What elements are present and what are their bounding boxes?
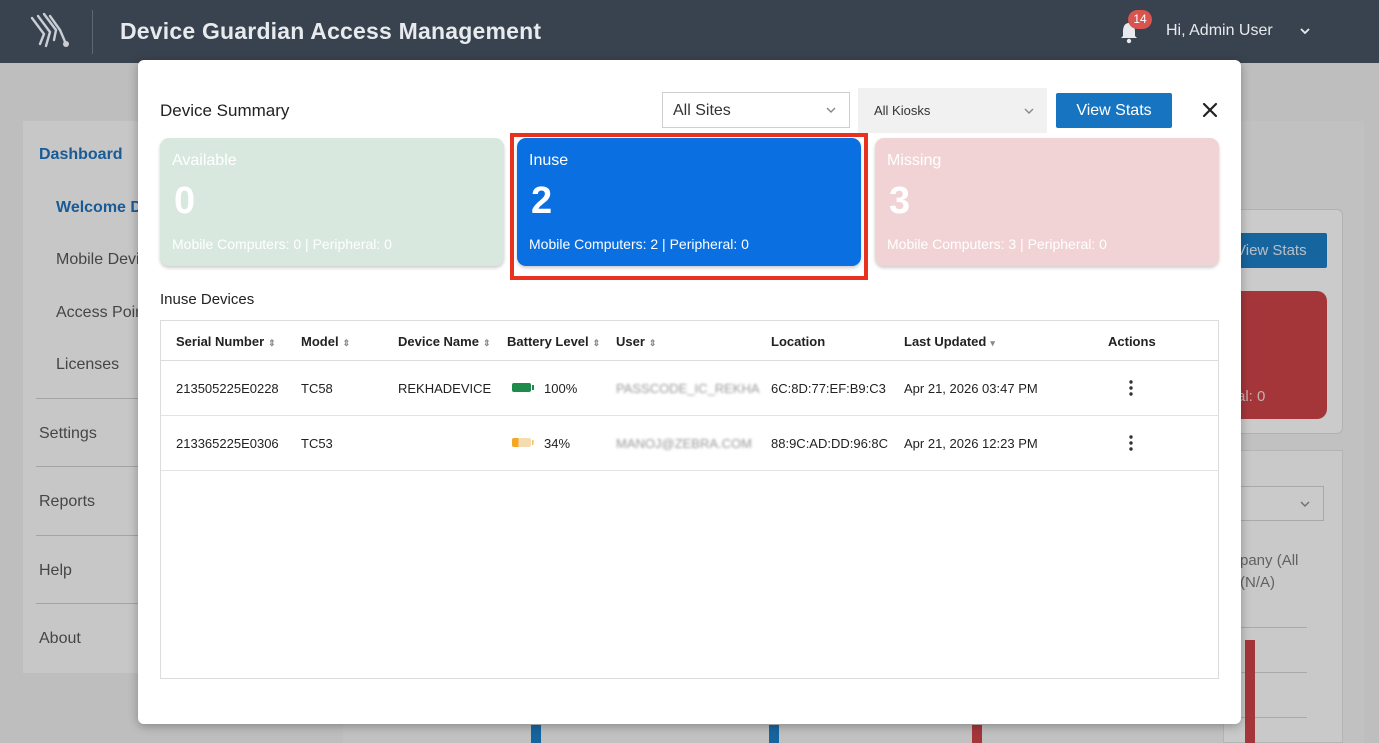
missing-card[interactable]: Missing 3 Mobile Computers: 3 | Peripher… xyxy=(875,138,1219,266)
table-row[interactable]: 213505225E0228 TC58 REKHADEVICE 100% PAS… xyxy=(161,361,1218,416)
column-header-user[interactable]: User ⇕ xyxy=(616,334,656,349)
sort-icon: ⇕ xyxy=(592,338,601,348)
cell-battery: 100% xyxy=(544,381,578,396)
zebra-logo-icon[interactable] xyxy=(26,10,74,54)
table-row[interactable]: 213365225E0306 TC53 34% MANOJ@ZEBRA.COM … xyxy=(161,416,1218,471)
view-stats-button[interactable]: View Stats xyxy=(1056,93,1172,128)
sort-icon: ⇕ xyxy=(268,338,276,348)
column-header-serial[interactable]: Serial Number ⇕ xyxy=(176,334,276,349)
column-header-label: Serial Number xyxy=(176,334,265,349)
cell-serial: 213505225E0228 xyxy=(176,381,279,396)
table-header: Serial Number ⇕ Model ⇕ Device Name ⇕ Batte… xyxy=(161,321,1218,361)
column-header-label: User xyxy=(616,334,645,349)
sort-icon: ⇕ xyxy=(648,338,657,348)
kiosk-select-value: All Kiosks xyxy=(874,103,931,118)
column-header-label: Device Name xyxy=(398,334,479,349)
app-title: Device Guardian Access Management xyxy=(120,18,542,44)
cell-location: 88:9C:AD:DD:96:8C xyxy=(771,436,889,451)
available-detail: Mobile Computers: 0 | Peripheral: 0 xyxy=(172,236,392,252)
more-options-icon[interactable] xyxy=(1128,434,1134,452)
more-options-icon[interactable] xyxy=(1128,379,1134,397)
chevron-down-icon[interactable] xyxy=(1298,24,1312,38)
sort-icon: ⇕ xyxy=(482,338,491,348)
column-header-last-updated[interactable]: Last Updated ▾ xyxy=(904,334,995,349)
missing-count: 3 xyxy=(889,180,911,222)
chevron-down-icon xyxy=(1024,108,1034,114)
battery-icon xyxy=(512,438,534,447)
chevron-down-icon xyxy=(826,107,836,113)
column-header-location: Location xyxy=(771,334,826,349)
missing-label: Missing xyxy=(887,152,942,169)
column-header-label: Model xyxy=(301,334,339,349)
modal-title: Device Summary xyxy=(160,101,290,120)
user-greeting[interactable]: Hi, Admin User xyxy=(1166,22,1273,40)
cell-user: MANOJ@ZEBRA.COM xyxy=(616,436,752,451)
logo-divider xyxy=(92,10,93,54)
notification-count-badge: 14 xyxy=(1128,10,1152,29)
site-select[interactable]: All Sites xyxy=(662,92,850,128)
cell-last-updated: Apr 21, 2026 03:47 PM xyxy=(904,381,1038,396)
cell-battery: 34% xyxy=(544,436,571,451)
table-title: Inuse Devices xyxy=(160,291,255,308)
inuse-devices-table: Serial Number ⇕ Model ⇕ Device Name ⇕ Batte… xyxy=(160,320,1219,679)
device-summary-modal: Device Summary All Sites All Kiosks View… xyxy=(138,60,1241,724)
column-header-actions: Actions xyxy=(1108,334,1156,349)
cell-last-updated: Apr 21, 2026 12:23 PM xyxy=(904,436,1038,451)
cell-model: TC58 xyxy=(301,381,333,396)
sort-desc-icon: ▾ xyxy=(990,338,995,348)
cell-model: TC53 xyxy=(301,436,333,451)
inuse-highlight-box xyxy=(510,133,868,280)
column-header-battery[interactable]: Battery Level ⇕ xyxy=(507,334,600,349)
site-select-value: All Sites xyxy=(673,102,731,119)
cell-device-name: REKHADEVICE xyxy=(398,381,492,396)
available-label: Available xyxy=(172,152,237,169)
sort-icon: ⇕ xyxy=(342,338,351,348)
kiosk-select[interactable]: All Kiosks xyxy=(858,88,1047,133)
column-header-device-name[interactable]: Device Name ⇕ xyxy=(398,334,491,349)
top-bar: Device Guardian Access Management 14 Hi,… xyxy=(0,0,1379,63)
available-card[interactable]: Available 0 Mobile Computers: 0 | Periph… xyxy=(160,138,504,266)
column-header-label: Battery Level xyxy=(507,334,589,349)
battery-icon xyxy=(512,383,534,392)
column-header-label: Last Updated xyxy=(904,334,987,349)
cell-user: PASSCODE_IC_REKHA xyxy=(616,381,760,396)
available-count: 0 xyxy=(174,180,196,222)
cell-location: 6C:8D:77:EF:B9:C3 xyxy=(771,381,886,396)
missing-detail: Mobile Computers: 3 | Peripheral: 0 xyxy=(887,236,1107,252)
cell-serial: 213365225E0306 xyxy=(176,436,279,451)
close-icon[interactable] xyxy=(1201,101,1219,119)
column-header-model[interactable]: Model ⇕ xyxy=(301,334,350,349)
